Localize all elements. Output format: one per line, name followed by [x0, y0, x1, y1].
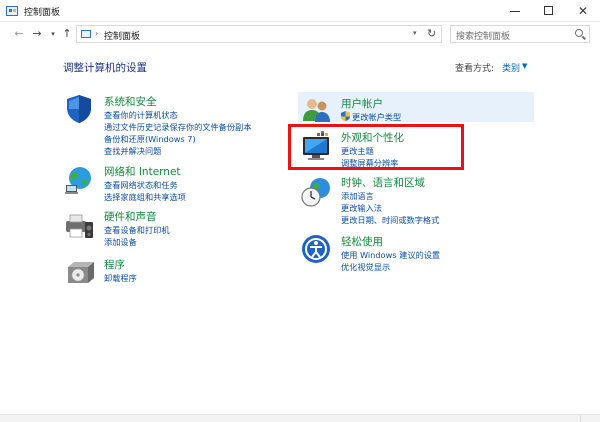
address-control-panel-icon [81, 30, 91, 38]
search-placeholder: 搜索控制面板 [456, 32, 511, 42]
link-adjust-resolution[interactable]: 调整屏幕分辨率 [341, 157, 398, 169]
category-appearance-personalization[interactable]: 外观和个性化 [341, 130, 404, 145]
monitor-palette-icon[interactable] [300, 131, 332, 163]
search-icon[interactable] [575, 29, 583, 37]
maximize-icon [544, 6, 553, 15]
category-clock-language-region[interactable]: 时钟、语言和区域 [341, 175, 425, 190]
control-panel-icon [6, 6, 18, 16]
address-dropdown-icon[interactable]: ▾ [413, 29, 417, 37]
title-bar: 控制面板 ✕ [0, 0, 600, 22]
programs-disc-icon[interactable] [63, 256, 95, 288]
hover-highlight [298, 92, 534, 122]
breadcrumb-separator-icon[interactable]: › [95, 29, 98, 38]
link-change-input-method[interactable]: 更改输入法 [341, 202, 382, 214]
resize-grip[interactable] [580, 415, 600, 422]
link-homegroup-sharing[interactable]: 选择家庭组和共享选项 [104, 191, 186, 203]
link-network-status[interactable]: 查看网络状态和任务 [104, 179, 178, 191]
navigation-bar: ← → ▾ ↑ › 控制面板 ▾ ↻ 搜索控制面板 [0, 22, 600, 46]
ease-of-access-icon[interactable] [300, 233, 332, 265]
shield-icon[interactable] [63, 93, 95, 125]
back-arrow-icon[interactable]: ← [12, 26, 26, 42]
category-user-accounts[interactable]: 用户帐户 [341, 96, 383, 111]
network-globe-icon[interactable] [63, 164, 95, 196]
link-change-account-type[interactable]: 更改帐户类型 [352, 111, 401, 123]
link-backup-restore[interactable]: 备份和还原(Windows 7) [104, 133, 196, 145]
window-title: 控制面板 [24, 8, 61, 18]
link-troubleshoot[interactable]: 查找并解决问题 [104, 145, 161, 157]
up-arrow-icon[interactable]: ↑ [60, 26, 74, 42]
view-by-dropdown[interactable]: 类别 [502, 61, 520, 74]
category-system-security[interactable]: 系统和安全 [104, 94, 157, 109]
minimize-icon [510, 11, 520, 12]
link-change-theme[interactable]: 更改主题 [341, 145, 374, 157]
category-network-internet[interactable]: 网络和 Internet [104, 164, 181, 179]
recent-dropdown-icon[interactable]: ▾ [46, 26, 60, 42]
link-file-history[interactable]: 通过文件历史记录保存你的文件备份副本 [104, 121, 251, 133]
uac-shield-icon [341, 111, 350, 121]
minimize-button[interactable] [498, 0, 532, 22]
link-change-date-time-format[interactable]: 更改日期、时间或数字格式 [341, 214, 439, 226]
breadcrumb[interactable]: 控制面板 [104, 29, 140, 42]
forward-arrow-icon[interactable]: → [30, 26, 44, 42]
close-icon: ✕ [577, 4, 589, 18]
refresh-icon[interactable]: ↻ [427, 27, 436, 40]
page-title: 调整计算机的设置 [63, 62, 147, 74]
category-hardware-sound[interactable]: 硬件和声音 [104, 209, 157, 224]
address-bar[interactable]: › 控制面板 ▾ ↻ [76, 25, 442, 43]
users-icon[interactable] [300, 94, 332, 126]
status-strip [0, 414, 600, 422]
link-optimize-visual-display[interactable]: 优化视觉显示 [341, 261, 390, 273]
view-by-label: 查看方式: [455, 64, 495, 74]
link-add-language[interactable]: 添加语言 [341, 190, 374, 202]
category-ease-of-access[interactable]: 轻松使用 [341, 234, 383, 249]
search-input[interactable]: 搜索控制面板 [450, 25, 590, 43]
link-devices-printers[interactable]: 查看设备和打印机 [104, 224, 170, 236]
link-uninstall-program[interactable]: 卸载程序 [104, 272, 137, 284]
clock-globe-icon[interactable] [300, 176, 332, 208]
printer-speaker-icon[interactable] [63, 210, 95, 242]
link-view-computer-status[interactable]: 查看你的计算机状态 [104, 109, 178, 121]
close-button[interactable]: ✕ [566, 0, 600, 22]
category-programs[interactable]: 程序 [104, 257, 125, 272]
link-add-device[interactable]: 添加设备 [104, 236, 137, 248]
chevron-down-icon[interactable]: ▼ [522, 62, 527, 70]
link-recommended-settings[interactable]: 使用 Windows 建议的设置 [341, 249, 440, 261]
maximize-button[interactable] [532, 0, 566, 22]
